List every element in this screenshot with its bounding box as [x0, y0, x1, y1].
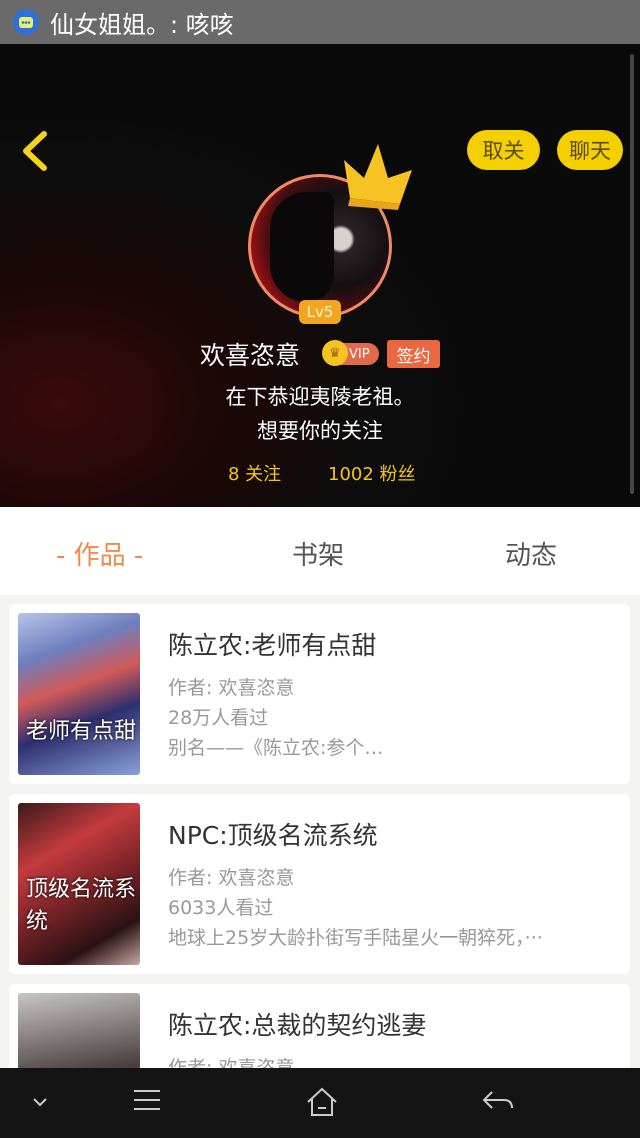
name-row: 欢喜恣意 ♛ VIP 签约 — [0, 336, 640, 372]
chevron-down-icon[interactable] — [30, 1094, 50, 1110]
vip-label: VIP — [349, 346, 370, 362]
book-author: 作者: 欢喜恣意 — [168, 867, 295, 889]
cover-title: 顶级名流系统 — [26, 877, 137, 934]
book-author: 作者: 欢喜恣意 — [168, 677, 295, 699]
back-icon[interactable] — [16, 128, 56, 174]
bio-line-2: 想要你的关注 — [257, 419, 383, 443]
bio: 在下恭迎夷陵老祖。 想要你的关注 — [0, 380, 640, 448]
tab-works[interactable]: - 作品 - — [56, 535, 143, 572]
vip-crown-icon: ♛ — [322, 340, 348, 366]
book-title: 陈立农:老师有点甜 — [168, 631, 377, 660]
status-bar: 仙女姐姐。: 咳咳 — [0, 0, 640, 44]
bio-line-1: 在下恭迎夷陵老祖。 — [225, 385, 415, 409]
signed-author-badge: 签约 — [387, 340, 440, 368]
chat-app-icon — [13, 9, 39, 35]
profile-tabs: - 作品 - 书架 动态 — [0, 507, 640, 595]
book-card[interactable]: 老师有点甜 陈立农:老师有点甜 作者: 欢喜恣意 28万人看过 别名——《陈立农… — [9, 604, 630, 784]
book-author: 作者: 欢喜恣意 — [168, 1057, 295, 1068]
notification-text: 仙女姐姐。: 咳咳 — [50, 10, 234, 39]
tab-bookshelf[interactable]: 书架 — [292, 535, 344, 572]
book-cover: 老师有点甜 — [18, 613, 140, 775]
profile-header: 取关 聊天 Lv5 欢喜恣意 ♛ VIP 签约 在下恭迎夷陵老祖。 想要你的关注… — [0, 44, 640, 507]
menu-icon[interactable] — [131, 1086, 163, 1114]
home-icon[interactable] — [304, 1086, 340, 1118]
level-badge: Lv5 — [299, 300, 341, 324]
book-views: 6033人看过 — [168, 897, 274, 919]
book-title: 陈立农:总裁的契约逃妻 — [168, 1011, 427, 1040]
back-nav-icon[interactable] — [480, 1086, 516, 1116]
fans-count[interactable]: 1002 粉丝 — [328, 460, 416, 486]
following-count[interactable]: 8 关注 — [228, 460, 281, 486]
unfollow-button[interactable]: 取关 — [467, 130, 540, 170]
book-cover: 顶级名流系统 — [18, 803, 140, 965]
book-views: 28万人看过 — [168, 707, 269, 729]
book-description: 别名——《陈立农:参个… — [168, 737, 384, 759]
avatar-hair-shape — [270, 192, 334, 302]
book-description: 地球上25岁大龄扑街写手陆星火一朝猝死，··· — [168, 927, 543, 949]
username: 欢喜恣意 — [200, 341, 301, 370]
vip-badge: ♛ VIP — [322, 340, 379, 366]
chat-button[interactable]: 聊天 — [557, 130, 623, 170]
book-card[interactable]: 顶级名流系统 NPC:顶级名流系统 作者: 欢喜恣意 6033人看过 地球上25… — [9, 794, 630, 974]
book-title: NPC:顶级名流系统 — [168, 821, 378, 850]
system-nav-bar — [0, 1068, 640, 1138]
book-cover — [18, 993, 140, 1068]
crown-icon — [344, 144, 412, 210]
book-card[interactable]: 陈立农:总裁的契约逃妻 作者: 欢喜恣意 — [9, 984, 630, 1068]
works-list: 老师有点甜 陈立农:老师有点甜 作者: 欢喜恣意 28万人看过 别名——《陈立农… — [0, 595, 640, 1068]
cover-title: 老师有点甜 — [26, 719, 137, 744]
tab-moments[interactable]: 动态 — [505, 535, 557, 572]
